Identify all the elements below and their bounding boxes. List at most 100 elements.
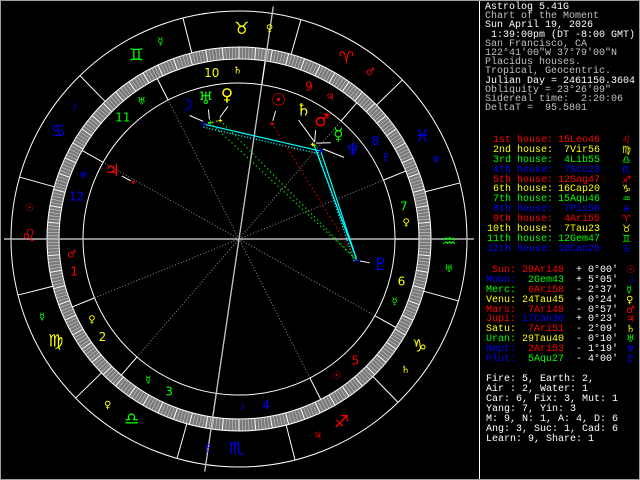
planet-point-marker [218,118,223,123]
saturn-icon: ♄ [296,100,311,120]
house-ruler-icon: ☿ [392,297,398,308]
chart-wheel[interactable]: ♈♂♉ ♀♊☿♋☽♌☉♍☿♎♀♏♇♐♃♑♄♒♅♓♆1♂2♀3☿4☽5☉6☿7♀8♇… [0,0,479,480]
house-ruler-icon: ♂ [67,250,76,261]
house-cusp-tick [383,170,406,181]
house-number: 3 [165,385,173,399]
header-line: DeltaT = 95.5801 [485,103,588,115]
planet-pointer-line [272,110,277,121]
stats-line: Learn: 9, Share: 1 [486,434,595,445]
planet-pointer-line [219,106,229,118]
sign-boundary [376,79,403,106]
house-number: 7 [400,200,408,214]
neptune-icon: ♆ [345,141,360,161]
house-ruler-icon: ♀ [88,315,95,326]
house-ruler-icon: ♅ [137,97,146,108]
house-number: 12 [69,189,84,203]
sign-lib-icon: ♎ [124,409,139,429]
sign-ruler-icon: ♄ [401,365,410,376]
sign-sco-icon: ♏ [229,439,244,459]
house-ruler-icon: ☽ [236,401,245,412]
house-cusp-tick [309,377,322,400]
sign-tau-icon: ♉ [234,19,249,39]
sign-ruler-icon: ☿ [39,312,45,323]
house-number: 1 [70,264,78,278]
sign-cap-icon: ♑ [412,336,427,356]
house-cusp-tick [340,102,358,122]
sign-ruler-icon: ☽ [68,102,77,113]
house-cusp-value: 16Can20 [557,243,600,255]
house-number: 4 [262,398,270,412]
planet-point-marker [270,121,275,126]
chart-info-header: Astrolog 5.41G Chart of the Moment Sun Apr… [485,2,635,115]
sign-gem-icon: ♊ [129,46,144,66]
house-cusp-tick [81,150,104,163]
moon-icon: ☽ [178,95,193,115]
aspect-line-moon-neptune-dotted [203,126,321,155]
sign-ruler-icon: ♅ [444,264,453,275]
uranus-icon: ♅ [198,89,213,109]
aspect-line-moon-neptune [203,123,321,152]
pluto-icon: ♇ [626,354,635,366]
pluto-icon: ♇ [373,255,388,275]
sign-boundary [75,372,102,399]
panel-divider [479,0,480,480]
sign-sag-icon: ♐ [334,412,349,432]
house-label: 12th house: [486,243,553,255]
sign-boundary [423,290,459,302]
planet-point-marker [131,180,136,185]
house-ruler-icon: ♇ [382,152,391,163]
planet-pointer-line [189,115,204,122]
sign-aqu-icon: ♒ [441,232,456,252]
sign-ruler-icon: ☿ [157,37,163,48]
venus-icon: ♀ [221,86,233,106]
sign-boundary [290,19,302,55]
house-number: 8 [372,134,380,148]
sign-ruler-icon: ♃ [313,430,322,441]
house-cusp-tick [374,315,397,328]
house-ruler-icon: ♃ [325,92,334,103]
house-row: 12th house: 16Can20 ♋ [481,243,640,255]
house-number: 2 [99,330,107,344]
house-ruler-icon: ♄ [233,66,242,77]
sign-boundary [79,75,106,102]
sign-ari-icon: ♈ [339,49,354,69]
house-ruler-icon: ♆ [79,170,88,181]
house-cusp-tick [156,78,169,101]
sign-boundary [372,376,399,403]
sign-boundary [19,176,55,188]
sign-can-icon: ♋ [51,122,66,142]
house-ruler-icon: ☉ [332,370,341,381]
planet-label: Plut: [485,354,516,366]
sign-vir-icon: ♍ [48,332,63,352]
sign-boundary [285,424,296,461]
planet-position: 5Aqu27 [527,354,564,366]
house-ruler-icon: ☿ [145,375,151,386]
astrolog-window: ♈ ♂ ♉ ♀ ♊ ☿ ♋ ☽ ♌ ☉ ♍ ☿ ♎ ♀ ♏ ♇ ♐ ♃ ♑ ♄ ♒ ♅ ♓ ♆ 1 ♂ 2 ♀ 3 ☿ 4 ☽ 5 ☉ 6 ☿ 7 ♀ 8 ♇… [0,0,640,480]
sign-boundary [176,423,188,459]
house-number: 10 [204,66,219,80]
sun-icon: ☉ [271,91,286,111]
sign-ruler-icon: ♆ [431,155,440,166]
planet-pointer-line [314,130,317,143]
house-cusp-tick [72,297,95,308]
sign-ruler-icon: ♇ [204,443,213,454]
sign-boundary [424,182,461,193]
planet-latitude: - 4°00' [576,354,619,366]
planet-point-marker [318,149,323,154]
house-cusp-tick [261,60,266,85]
mars-icon: ♂ [314,111,329,131]
jupiter-icon: ♃ [105,161,120,181]
sign-boundary [17,285,54,296]
zodiac-sign-icon: ♋ [622,243,631,255]
planet-pointer-line [298,119,315,143]
house-number: 6 [398,275,406,289]
house-number: 5 [351,353,359,367]
planet-pointer-line [322,148,345,158]
house-number: 11 [115,111,130,125]
planet-position-list: Sun: 29Ari48 + 0°00' ☉ Moon: 2Gem43 + 5°05' ☽ Me… [481,266,640,365]
sign-pis-icon: ♓ [415,126,430,146]
house-number: 9 [305,79,313,93]
sign-ruler-icon: ♂ [366,67,375,78]
house-cusp-tick [120,356,138,376]
planet-point-marker [202,122,207,127]
